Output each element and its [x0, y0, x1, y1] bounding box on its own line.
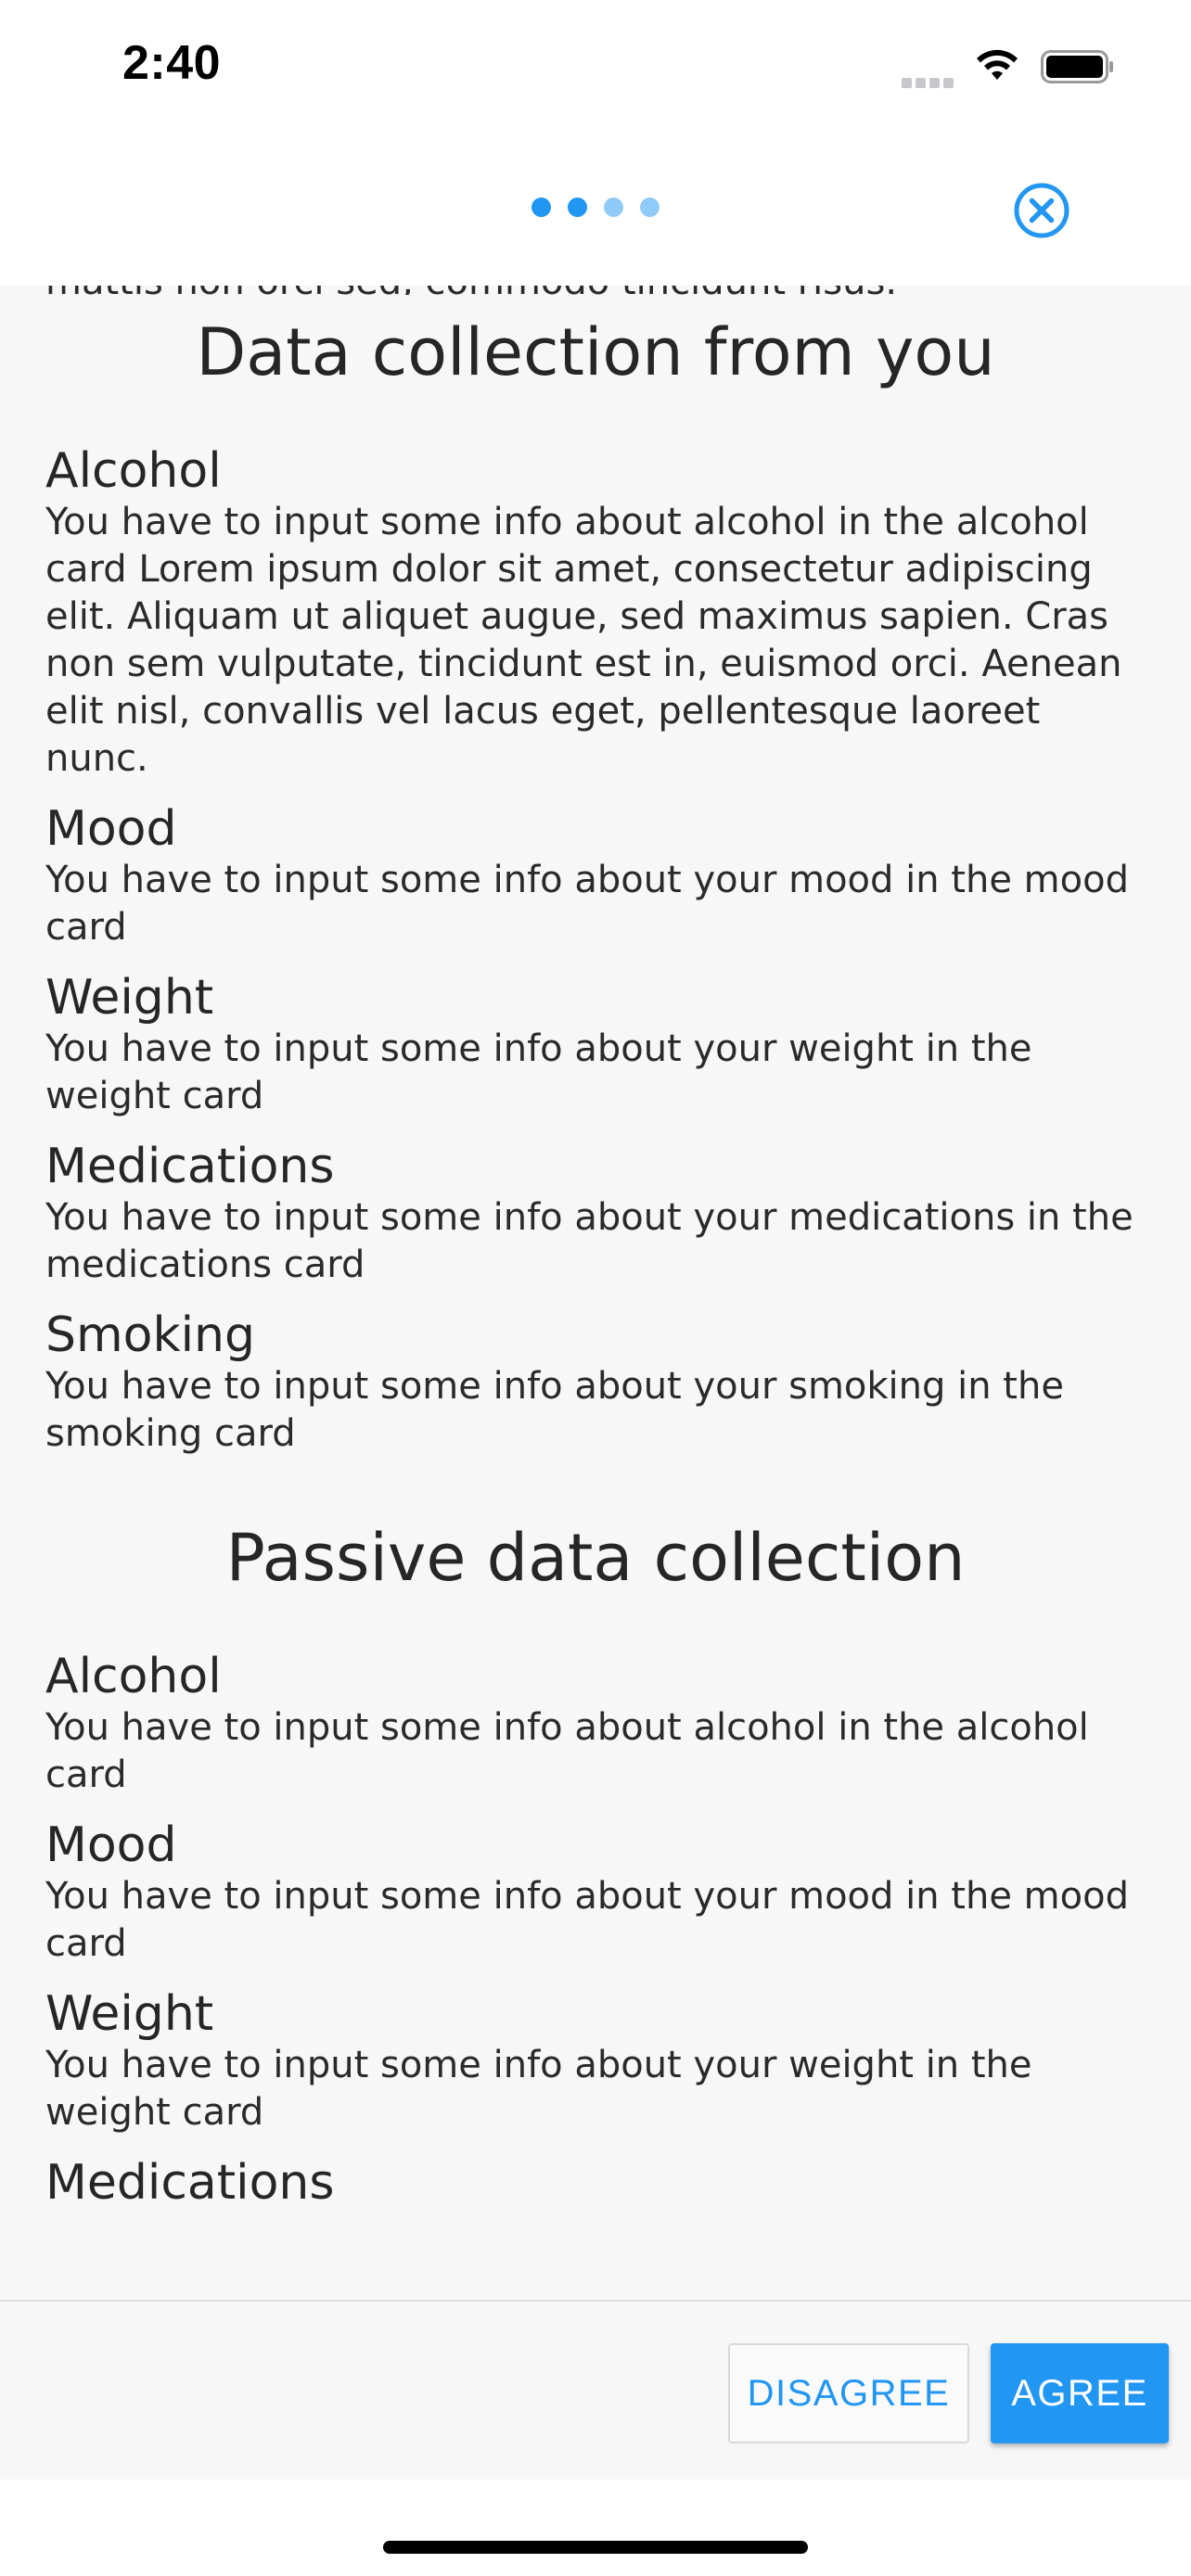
- list-item: Medications: [45, 2155, 1149, 2211]
- section-title: Passive data collection: [225, 1520, 966, 1596]
- page-dot-inactive: [604, 198, 623, 217]
- item-description: You have to input some info about your m…: [45, 1875, 1129, 1965]
- section-passive-data-collection: Passive data collection Alcohol You have…: [45, 1519, 1149, 2211]
- list-item: Mood You have to input some info about y…: [45, 801, 1149, 951]
- wifi-icon: [977, 49, 1018, 80]
- home-indicator-area: [0, 2480, 1191, 2576]
- item-description: You have to input some info about your m…: [45, 859, 1129, 949]
- item-title: Medications: [45, 2155, 335, 2211]
- page-dot-active: [531, 198, 551, 217]
- list-item: Mood You have to input some info about y…: [45, 1817, 1149, 1968]
- item-description: You have to input some info about your s…: [45, 1365, 1064, 1455]
- close-circle-icon[interactable]: [1012, 181, 1071, 240]
- page-indicator: [531, 198, 676, 218]
- status-bar: 2:40: [0, 0, 1191, 139]
- list-item: Medications You have to input some info …: [45, 1139, 1149, 1289]
- list-item: Alcohol You have to input some info abou…: [45, 443, 1149, 783]
- status-time: 2:40: [122, 36, 222, 90]
- previous-paragraph-tail: mattis non orci sed, commodo tincidunt r…: [45, 286, 1149, 295]
- item-title: Smoking: [45, 1307, 256, 1363]
- consent-content-inner: mattis non orci sed, commodo tincidunt r…: [45, 286, 1149, 2229]
- item-title: Medications: [45, 1139, 335, 1194]
- page-dot-inactive: [640, 198, 660, 217]
- home-indicator[interactable]: [383, 2541, 808, 2554]
- list-item: Smoking You have to input some info abou…: [45, 1307, 1149, 1458]
- item-description: You have to input some info about your m…: [45, 1196, 1133, 1286]
- list-item: Weight You have to input some info about…: [45, 970, 1149, 1120]
- consent-screen: 2:40 mattis non orci sed, commodo tincid…: [0, 0, 1191, 2576]
- section-data-collection-from-you: Data collection from you Alcohol You hav…: [45, 313, 1149, 1458]
- list-item: Alcohol You have to input some info abou…: [45, 1649, 1149, 1799]
- item-title: Mood: [45, 801, 177, 857]
- top-navigation: [0, 139, 1191, 286]
- agree-button[interactable]: AGREE: [991, 2343, 1169, 2443]
- item-title: Mood: [45, 1817, 177, 1873]
- disagree-button[interactable]: DISAGREE: [728, 2343, 969, 2443]
- item-description: You have to input some info about alcoho…: [45, 1706, 1089, 1796]
- cellular-signal-icon: [902, 74, 957, 88]
- item-description: You have to input some info about your w…: [45, 1027, 1032, 1117]
- consent-content[interactable]: mattis non orci sed, commodo tincidunt r…: [0, 286, 1191, 2300]
- item-description: You have to input some info about alcoho…: [45, 501, 1122, 780]
- page-dot-active: [568, 198, 587, 217]
- section-title: Data collection from you: [196, 314, 995, 390]
- item-title: Weight: [45, 970, 214, 1026]
- item-title: Weight: [45, 1986, 214, 2042]
- item-title: Alcohol: [45, 1649, 222, 1704]
- action-bar: DISAGREE AGREE: [0, 2300, 1191, 2480]
- item-description: You have to input some info about your w…: [45, 2044, 1032, 2134]
- list-item: Weight You have to input some info about…: [45, 1986, 1149, 2136]
- battery-icon: [1041, 50, 1113, 83]
- item-title: Alcohol: [45, 443, 222, 499]
